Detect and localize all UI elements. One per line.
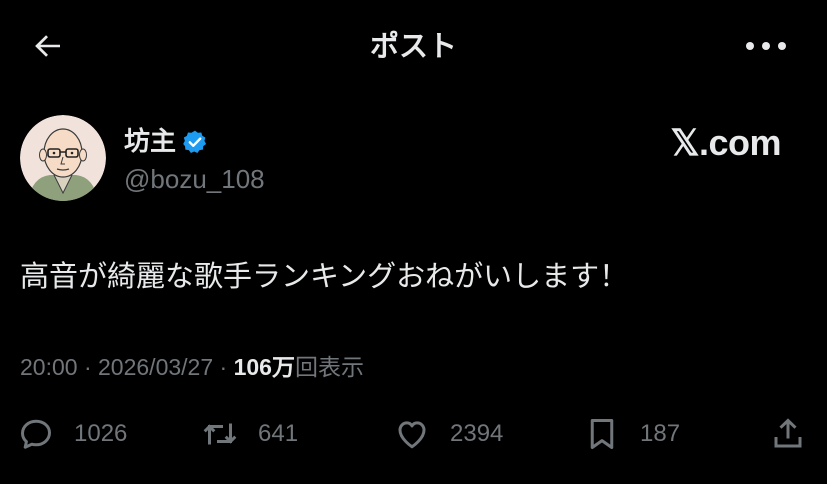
- tweet-meta: 20:00 · 2026/03/27 · 106万回表示: [20, 350, 364, 384]
- post-date[interactable]: 2026/03/27: [98, 354, 213, 380]
- repost-icon: [203, 423, 237, 445]
- reply-button[interactable]: 1026: [18, 412, 127, 456]
- repost-button[interactable]: 641: [202, 412, 298, 456]
- meta-separator: ·: [83, 354, 92, 380]
- bookmark-button[interactable]: 187: [584, 412, 680, 456]
- author-name[interactable]: 坊主: [124, 124, 176, 160]
- like-count: 2394: [450, 420, 504, 447]
- share-icon: [774, 418, 802, 448]
- post-time[interactable]: 20:00: [20, 354, 78, 380]
- views-count[interactable]: 106万: [234, 354, 295, 380]
- share-button[interactable]: [770, 412, 806, 456]
- tweet-text: 高音が綺麗な歌手ランキングおねがいします！: [20, 259, 629, 293]
- views-label: 回表示: [294, 354, 364, 380]
- reply-count: 1026: [74, 420, 128, 447]
- avatar-illustration: [20, 115, 106, 201]
- page-title: ポスト: [369, 29, 457, 63]
- repost-count: 641: [258, 420, 299, 447]
- bookmark-icon: [590, 419, 614, 449]
- top-bar: ポスト: [0, 0, 827, 92]
- meta-separator: ·: [219, 354, 228, 380]
- x-com-watermark: 𝕏.com: [670, 122, 781, 163]
- more-icon: [746, 42, 786, 50]
- avatar[interactable]: [20, 115, 106, 201]
- author-handle[interactable]: @bozu_108: [124, 162, 265, 196]
- more-button[interactable]: [741, 26, 791, 66]
- reply-icon: [21, 419, 51, 449]
- bookmark-count: 187: [640, 420, 681, 447]
- like-button[interactable]: 2394: [394, 412, 503, 456]
- post-page: ポスト 坊主 @bozu_108 𝕏.com 高音が綺麗な歌手ランキングおねがい…: [0, 0, 827, 484]
- like-icon: [398, 421, 426, 449]
- verified-badge-icon: [183, 130, 207, 153]
- author-name-row[interactable]: 坊主: [124, 124, 208, 160]
